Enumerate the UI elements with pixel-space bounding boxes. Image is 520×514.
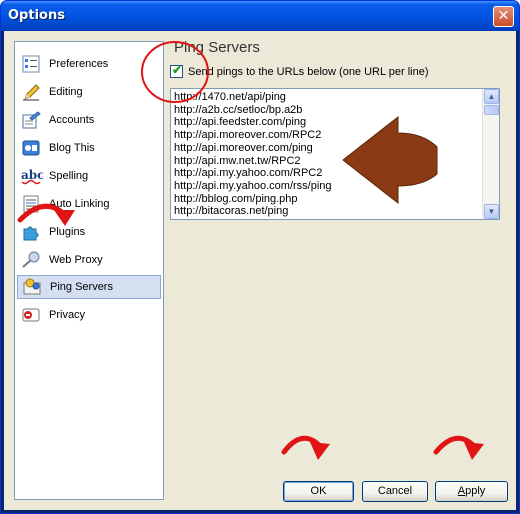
scroll-thumb[interactable] bbox=[484, 105, 499, 115]
sidebar-item-label: Editing bbox=[49, 86, 83, 98]
privacy-icon bbox=[21, 305, 41, 325]
sidebar-item-label: Spelling bbox=[49, 170, 89, 182]
close-button[interactable]: ✕ bbox=[493, 6, 514, 27]
ok-button[interactable]: OK bbox=[283, 481, 354, 502]
list-item: http://api.my.yahoo.com/RPC2 bbox=[174, 167, 323, 180]
accounts-icon bbox=[21, 110, 41, 130]
apply-label: pply bbox=[465, 485, 486, 497]
url-lines: http://1470.net/api/ping http://a2b.cc/s… bbox=[174, 91, 332, 218]
pencil-icon bbox=[21, 82, 41, 102]
page-title: Ping Servers bbox=[174, 39, 260, 56]
preferences-icon bbox=[21, 54, 41, 74]
sidebar-item-label: Web Proxy bbox=[49, 254, 103, 266]
list-item: http://api.my.yahoo.com/rss/ping bbox=[174, 179, 332, 192]
sidebar-item-ping-servers[interactable]: Ping Servers bbox=[17, 275, 161, 299]
sidebar-item-privacy[interactable]: Privacy bbox=[17, 303, 161, 327]
apply-accelerator: A bbox=[457, 485, 466, 497]
list-item: http://api.moreover.com/RPC2 bbox=[174, 129, 322, 142]
close-icon: ✕ bbox=[497, 8, 510, 24]
sidebar-item-label: Ping Servers bbox=[50, 281, 113, 293]
send-pings-label: Send pings to the URLs below (one URL pe… bbox=[188, 65, 429, 78]
web-proxy-icon bbox=[21, 250, 41, 270]
abc-spelling-icon: abc bbox=[21, 166, 44, 186]
checkmark-icon: ✔ bbox=[172, 63, 183, 77]
options-window: Options ✕ Preferences Editing Accounts B… bbox=[0, 0, 520, 514]
scroll-down-button[interactable]: ▼ bbox=[484, 204, 499, 219]
sidebar-item-web-proxy[interactable]: Web Proxy bbox=[17, 248, 161, 272]
sidebar-item-editing[interactable]: Editing bbox=[17, 80, 161, 104]
window-title: Options bbox=[8, 8, 65, 23]
sidebar-item-label: Preferences bbox=[49, 58, 109, 70]
vertical-scrollbar[interactable]: ▲ ▼ bbox=[482, 89, 499, 219]
sidebar-item-preferences[interactable]: Preferences bbox=[17, 52, 161, 76]
send-pings-checkbox-row[interactable]: ✔ Send pings to the URLs below (one URL … bbox=[170, 63, 429, 78]
sidebar-item-label: Blog This bbox=[49, 142, 95, 154]
sidebar-item-accounts[interactable]: Accounts bbox=[17, 108, 161, 132]
dialog-body: Preferences Editing Accounts Blog This a… bbox=[4, 31, 516, 510]
sidebar-item-label: Privacy bbox=[49, 309, 86, 321]
sidebar-item-spelling[interactable]: abc Spelling bbox=[17, 164, 161, 188]
sidebar-item-label: Accounts bbox=[49, 114, 95, 126]
scroll-up-button[interactable]: ▲ bbox=[484, 89, 499, 104]
svg-text:abc: abc bbox=[21, 168, 43, 182]
cancel-button[interactable]: Cancel bbox=[362, 481, 428, 502]
list-item: http://bblog.com/ping.php bbox=[174, 192, 298, 205]
sidebar-item-label: Plugins bbox=[49, 226, 86, 238]
list-item: http://api.feedster.com/ping bbox=[174, 116, 307, 129]
blog-this-icon bbox=[21, 138, 41, 158]
sidebar-item-auto-linking[interactable]: Auto Linking bbox=[17, 192, 161, 216]
list-item: http://api.moreover.com/ping bbox=[174, 141, 313, 154]
plugins-icon bbox=[21, 222, 41, 242]
ping-servers-icon bbox=[22, 277, 42, 297]
send-pings-checkbox[interactable]: ✔ bbox=[170, 63, 183, 78]
list-item: http://1470.net/api/ping bbox=[174, 91, 286, 103]
options-sidebar: Preferences Editing Accounts Blog This a… bbox=[14, 41, 164, 500]
sidebar-item-plugins[interactable]: Plugins bbox=[17, 220, 161, 244]
sidebar-item-label: Auto Linking bbox=[49, 198, 110, 210]
title-bar[interactable]: Options ✕ bbox=[1, 1, 519, 31]
sidebar-item-blog-this[interactable]: Blog This bbox=[17, 136, 161, 160]
apply-button[interactable]: Apply bbox=[435, 481, 508, 502]
ping-urls-textarea[interactable]: http://1470.net/api/ping http://a2b.cc/s… bbox=[170, 88, 500, 220]
auto-linking-icon bbox=[21, 194, 41, 214]
list-item: http://bitacoras.net/ping bbox=[174, 205, 289, 218]
list-item: http://api.mw.net.tw/RPC2 bbox=[174, 154, 301, 167]
list-item: http://a2b.cc/setloc/bp.a2b bbox=[174, 103, 303, 116]
